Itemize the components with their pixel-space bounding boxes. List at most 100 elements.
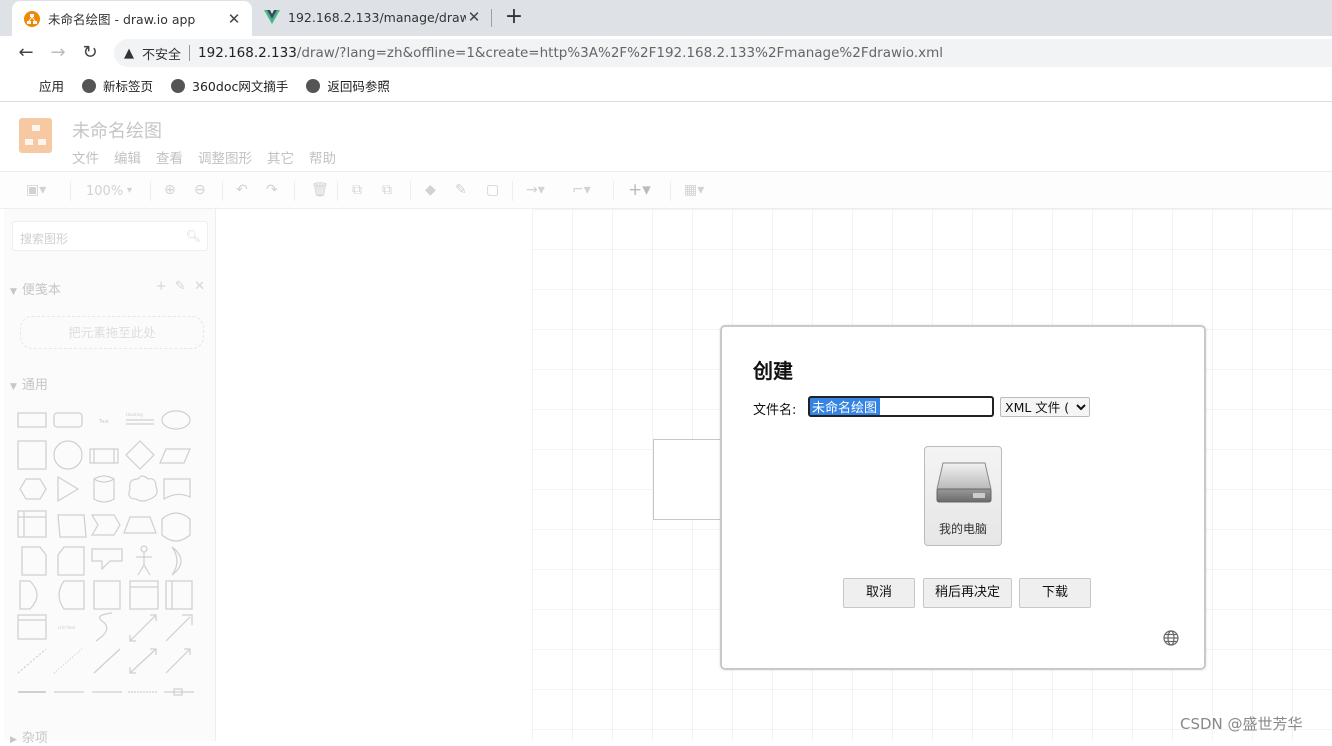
hard-drive-icon — [936, 462, 992, 503]
view-panel-icon[interactable]: ▣▾ — [26, 182, 46, 198]
divider — [512, 181, 513, 201]
document-title[interactable]: 未命名绘图 — [72, 117, 162, 143]
zoom-level[interactable]: 100% — [86, 184, 123, 199]
table-icon[interactable]: ▦▾ — [684, 182, 704, 198]
tab-manage-drawio[interactable]: 192.168.2.133/manage/drawio ✕ — [252, 0, 492, 34]
download-button[interactable]: 下载 — [1019, 578, 1091, 608]
filetype-select[interactable]: XML 文件 ( — [1000, 397, 1090, 417]
security-status[interactable]: 不安全 — [142, 44, 181, 63]
bookmark-360doc[interactable]: 360doc网文摘手 — [171, 76, 288, 95]
general-shapes-palette[interactable]: Text Heading List Item — [14, 407, 204, 707]
device-label: 我的电脑 — [938, 522, 987, 536]
menu-edit[interactable]: 编辑 — [114, 147, 141, 167]
tab-drawio-app[interactable]: 未命名绘图 - draw.io app ✕ — [12, 1, 252, 36]
reload-button[interactable]: ↻ — [78, 41, 102, 65]
collapse-arrow-icon: ▼ — [10, 287, 17, 297]
svg-text:Heading: Heading — [126, 412, 143, 417]
bookmarks-bar: 应用 新标签页 360doc网文摘手 返回码参照 — [0, 70, 1332, 102]
collapse-arrow-icon: ▶ — [10, 735, 17, 745]
bookmark-return-codes[interactable]: 返回码参照 — [306, 76, 390, 95]
undo-icon[interactable]: ↶ — [236, 182, 248, 198]
bookmark-apps[interactable]: 应用 — [18, 76, 64, 95]
bookmark-label: 应用 — [39, 79, 65, 94]
tab-title: 未命名绘图 - draw.io app — [48, 12, 196, 27]
tab-title: 192.168.2.133/manage/drawio — [288, 9, 466, 25]
scratchpad-title: 便笺本 — [21, 283, 61, 298]
drawio-favicon-icon — [24, 10, 40, 27]
globe-icon — [171, 78, 186, 93]
menu-file[interactable]: 文件 — [72, 147, 99, 167]
dialog-title: 创建 — [753, 359, 793, 383]
vue-favicon-icon — [264, 10, 280, 24]
save-to-device-button[interactable]: 我的电脑 — [924, 446, 1002, 546]
delete-icon[interactable]: 🗑 — [311, 182, 329, 198]
new-tab-button[interactable]: + — [502, 4, 526, 30]
url-text[interactable]: 192.168.2.133/draw/?lang=zh&offline=1&cr… — [198, 45, 943, 61]
tab-separator — [491, 9, 492, 27]
redo-icon[interactable]: ↷ — [266, 182, 278, 198]
bookmark-label: 返回码参照 — [327, 79, 390, 94]
zoom-in-icon[interactable]: ⊕ — [164, 182, 176, 198]
svg-text:Text: Text — [98, 419, 109, 425]
menu-bar: 文件 编辑 查看 调整图形 其它 帮助 — [72, 147, 351, 167]
globe-icon — [82, 78, 97, 93]
bookmark-label: 360doc网文摘手 — [192, 79, 289, 94]
divider — [70, 181, 71, 201]
shadow-icon[interactable]: ▢ — [486, 182, 499, 198]
zoom-out-icon[interactable]: ⊖ — [194, 182, 206, 198]
general-header[interactable]: ▼ 通用 — [10, 374, 48, 393]
shape-search-input[interactable]: 搜索图形 🔍︎ — [12, 221, 208, 251]
back-button[interactable]: ← — [14, 41, 38, 65]
search-placeholder: 搜索图形 — [20, 232, 69, 246]
zoom-dropdown-icon[interactable]: ▾ — [127, 185, 132, 196]
browser-tab-bar: 未命名绘图 - draw.io app ✕ 192.168.2.133/mana… — [0, 0, 1332, 36]
tab-close-icon[interactable]: ✕ — [466, 8, 482, 26]
to-back-icon[interactable]: ⧉ — [382, 182, 392, 198]
filename-input[interactable] — [808, 396, 994, 417]
scratchpad-drop-zone[interactable]: 把元素拖至此处 — [20, 316, 204, 349]
divider — [613, 181, 614, 201]
shapes-sidebar: 搜索图形 🔍︎ ▼ 便笺本 + ✎ ✕ 把元素拖至此处 ▼ 通用 Text Head… — [4, 209, 216, 746]
close-icon[interactable]: ✕ — [194, 279, 205, 294]
create-dialog: 创建 文件名: XML 文件 ( 我的电脑 取消 稍后再决定 下载 — [721, 326, 1205, 669]
scratchpad-header[interactable]: ▼ 便笺本 — [10, 279, 61, 298]
divider — [150, 181, 151, 201]
to-front-icon[interactable]: ⧉ — [352, 182, 362, 198]
apps-grid-icon — [18, 79, 32, 93]
add-icon[interactable]: + — [156, 279, 167, 294]
bookmark-label: 新标签页 — [103, 79, 154, 94]
search-icon[interactable]: 🔍︎ — [186, 229, 201, 243]
drawio-logo-icon — [19, 118, 52, 153]
globe-icon[interactable] — [1163, 630, 1179, 646]
insert-icon[interactable]: +▾ — [628, 180, 651, 200]
warning-icon[interactable]: ▲ — [124, 46, 134, 61]
divider — [222, 181, 223, 201]
edit-icon[interactable]: ✎ — [175, 279, 186, 294]
divider — [670, 181, 671, 201]
cancel-button[interactable]: 取消 — [843, 578, 915, 608]
svg-text:List Item: List Item — [58, 625, 75, 630]
menu-extras[interactable]: 其它 — [267, 147, 294, 167]
scratchpad-tools: + ✎ ✕ — [156, 279, 205, 294]
forward-button[interactable]: → — [46, 41, 70, 65]
line-color-icon[interactable]: ✎ — [455, 182, 467, 198]
decide-later-button[interactable]: 稍后再决定 — [923, 578, 1012, 608]
url-path: /draw/?lang=zh&offline=1&create=http%3A%… — [296, 45, 943, 61]
address-bar[interactable]: ▲ 不安全 192.168.2.133/draw/?lang=zh&offlin… — [114, 39, 1332, 67]
bookmark-new-tab[interactable]: 新标签页 — [82, 76, 153, 95]
waypoints-icon[interactable]: ⌐▾ — [572, 182, 591, 198]
address-toolbar: ← → ↻ ▲ 不安全 192.168.2.133/draw/?lang=zh&… — [0, 36, 1332, 70]
toolbar: ▣▾ 100% ▾ ⊕ ⊖ ↶ ↷ 🗑 ⧉ ⧉ ◆ ✎ ▢ →▾ ⌐▾ +▾ ▦… — [0, 171, 1332, 209]
misc-header[interactable]: ▶ 杂项 — [10, 727, 48, 746]
menu-arrange[interactable]: 调整图形 — [198, 147, 252, 167]
filename-label: 文件名: — [753, 403, 797, 418]
divider — [337, 181, 338, 201]
connection-icon[interactable]: →▾ — [526, 182, 545, 198]
fill-color-icon[interactable]: ◆ — [425, 182, 436, 198]
menu-help[interactable]: 帮助 — [309, 147, 336, 167]
watermark: CSDN @盛世芳华 — [1180, 715, 1303, 733]
menu-view[interactable]: 查看 — [156, 147, 183, 167]
general-title: 通用 — [21, 378, 48, 393]
divider — [410, 181, 411, 201]
tab-close-icon[interactable]: ✕ — [226, 10, 242, 28]
